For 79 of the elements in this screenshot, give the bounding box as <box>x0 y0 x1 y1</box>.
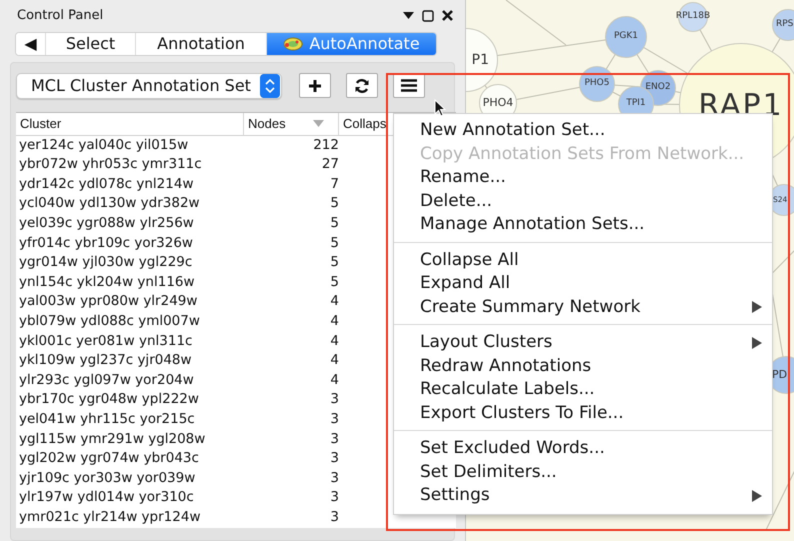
app-logo-icon <box>283 36 304 51</box>
table-cell-text: yel039c ygr088w ylr256w <box>18 214 195 234</box>
menu-item[interactable]: Create Summary Network <box>394 296 772 319</box>
table-cell-text: 3 <box>329 430 340 449</box>
dropdown-caret-icon[interactable] <box>403 12 414 20</box>
table-cell-text: ydr142c ydl078c ynl214w <box>18 174 194 194</box>
table-cell-text: ylr197w ydl014w yor310c <box>18 488 195 508</box>
table-cell-text: ymr021c ylr214w ypr124w <box>18 508 202 527</box>
menu-item[interactable]: Set Delimiters... <box>394 460 772 484</box>
submenu-arrow-icon <box>752 490 762 502</box>
table-cell-text: ykl109w ygl237c yjr048w <box>18 351 193 370</box>
table-cell-text: ybl079w ydl088c yml007w <box>18 312 201 331</box>
table-cell-text: 7 <box>329 174 340 194</box>
network-node: P1 <box>466 28 498 92</box>
table-cell-text: 5 <box>329 194 340 214</box>
table-cell-text: 3 <box>329 410 340 429</box>
table-cell-text: 212 <box>312 136 340 155</box>
network-node: RPL18B <box>678 2 708 32</box>
table-cell-text: 4 <box>329 351 340 370</box>
table-cell-text: 4 <box>329 312 340 331</box>
back-tab[interactable]: ◀ <box>16 32 46 55</box>
table-cell-text: yjr109c yor303w yor039w <box>18 468 196 488</box>
table-cell-text: ylr293c ygl097w yor204w <box>18 370 195 390</box>
column-header[interactable]: Nodes <box>244 112 339 135</box>
table-cell-text: ygr014w yjl030w ygl229c <box>18 253 194 272</box>
table-cell-text: yfr014c ybr109c yor326w <box>18 234 194 253</box>
submenu-arrow-icon <box>752 336 762 349</box>
table-cell-text: 3 <box>329 508 340 527</box>
menu-item[interactable]: Set Excluded Words... <box>394 437 772 460</box>
table-cell-text: ygl115w ymr291w ygl208w <box>18 430 206 449</box>
table-cell-text: ykl001c yer081w ynl311c <box>18 332 194 351</box>
menu-item[interactable]: Redraw Annotations <box>394 354 772 378</box>
table-cell-text: yer124c yal040c yil015w <box>18 136 190 155</box>
table-cell-text: 3 <box>329 488 340 508</box>
submenu-arrow-icon <box>752 301 762 314</box>
table-cell-text: yel041w yhr115c yor215c <box>18 410 196 429</box>
table-cell-text: 3 <box>329 468 340 488</box>
table-cell-text: ygl202w ygr074w ybr043c <box>18 449 200 468</box>
table-cell-text: ynl154c ykl204w ynl116w <box>18 272 196 292</box>
menu-icon <box>401 79 417 92</box>
table-cell-text: 5 <box>329 214 340 234</box>
menu-button[interactable] <box>393 73 425 98</box>
table-cell-text: 4 <box>329 292 340 312</box>
menu-item[interactable]: Settings <box>394 484 772 508</box>
maximize-icon[interactable] <box>422 10 434 22</box>
table-cell-text: 3 <box>329 449 340 468</box>
menu-item[interactable]: Rename... <box>394 166 772 190</box>
table-cell-text: ybr170c ygr048w ypl222w <box>18 390 200 410</box>
menu-item[interactable]: Recalculate Labels... <box>394 378 772 402</box>
network-node: PHO5 <box>579 66 615 102</box>
menu-item[interactable]: Export Clusters To File... <box>394 402 772 425</box>
close-icon[interactable] <box>442 10 453 22</box>
network-node: PGK1 <box>605 16 647 58</box>
menu-item[interactable]: Collapse All <box>394 248 772 272</box>
table-cell-text: ybr072w yhr053c ymr311c <box>18 155 203 174</box>
network-node: RPS <box>772 9 794 41</box>
menu-item[interactable]: New Annotation Set... <box>394 119 772 142</box>
menu-item[interactable]: Delete... <box>394 190 772 213</box>
panel-title: Control Panel <box>17 7 104 26</box>
refresh-icon <box>354 78 370 94</box>
table-cell-text: 5 <box>329 253 340 272</box>
table-cell-text: 27 <box>320 155 340 174</box>
table-cell-text: 3 <box>329 390 340 410</box>
menu-item[interactable]: Expand All <box>394 272 772 296</box>
table-cell-text: 5 <box>329 234 340 253</box>
plus-icon <box>308 78 322 93</box>
refresh-button[interactable] <box>346 73 378 98</box>
table-cell-text: ycl040w ydl130w ydr382w <box>18 194 201 214</box>
menu-item[interactable]: Layout Clusters <box>394 331 772 354</box>
table-cell-text: yal003w ypr080w ylr249w <box>18 292 198 312</box>
table-cell-text: 4 <box>329 332 340 351</box>
table-cell-text: 5 <box>329 272 340 292</box>
stepper-arrows-icon <box>260 74 280 98</box>
table-cell-text: 4 <box>329 370 340 390</box>
add-button[interactable] <box>299 73 331 98</box>
tab[interactable]: AutoAnnotate <box>267 32 436 55</box>
annotation-set-dropdown[interactable]: MCL Cluster Annotation Set <box>16 72 282 99</box>
menu-item[interactable]: Manage Annotation Sets... <box>394 213 772 236</box>
column-header[interactable]: Cluster <box>16 112 244 135</box>
